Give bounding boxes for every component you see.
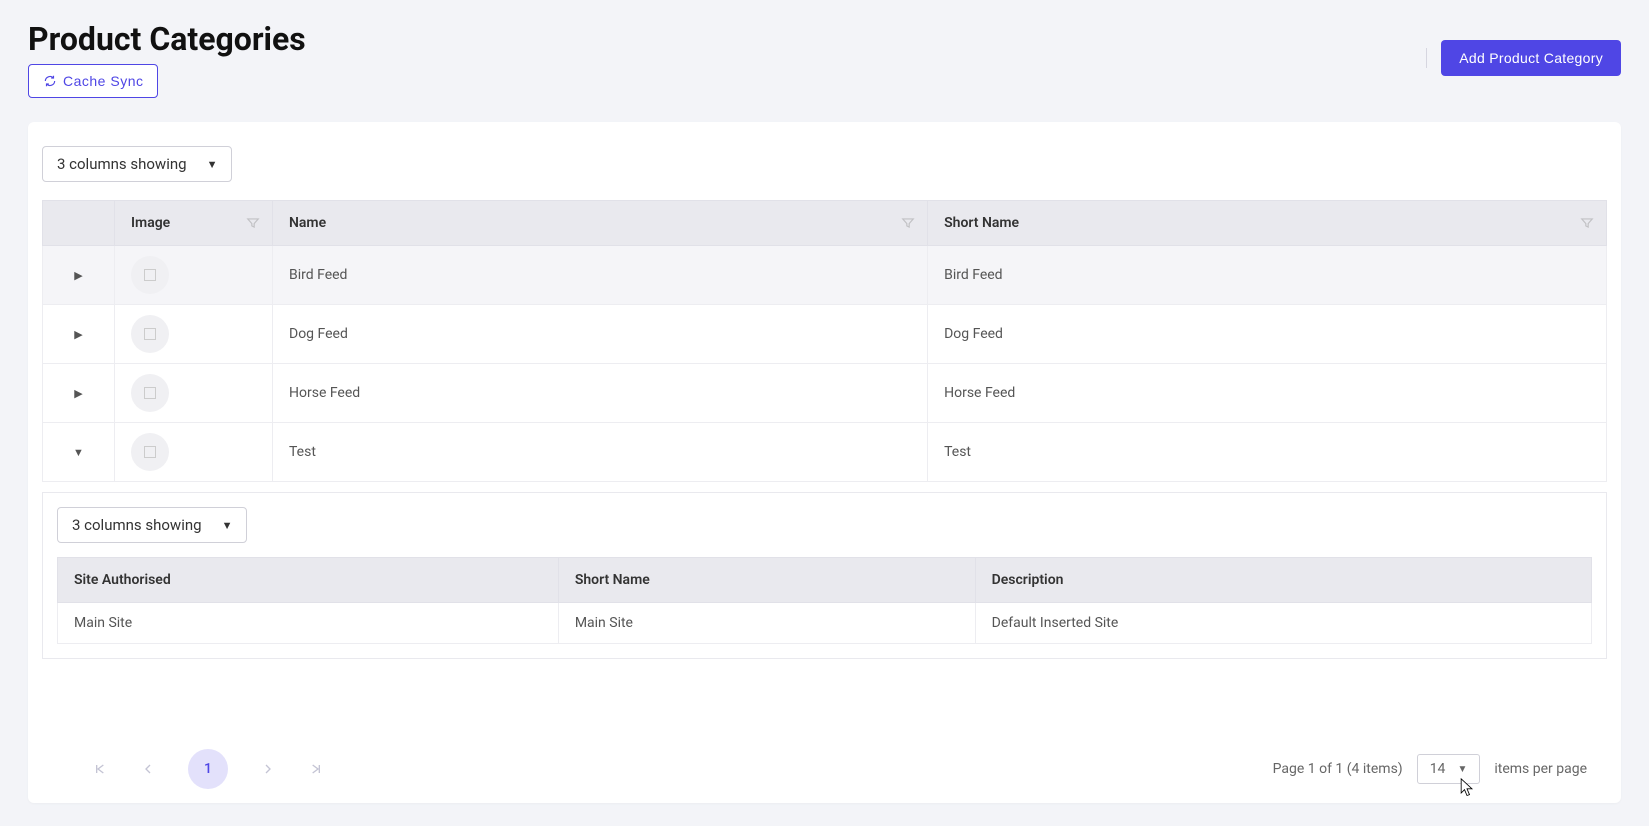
cell-short-name: Horse Feed [928,364,1607,423]
filter-icon[interactable] [901,216,915,230]
main-panel: 3 columns showing ▼ Image Name Short Na [28,122,1621,803]
expand-right-icon[interactable]: ▶ [74,387,82,400]
subcol-description[interactable]: Description [975,558,1591,603]
expand-down-icon[interactable]: ▼ [73,446,84,459]
divider [1426,48,1427,68]
col-expand [43,201,115,246]
items-per-page-label: items per page [1494,761,1587,777]
chevron-down-icon: ▼ [222,519,233,532]
sync-icon [43,74,57,88]
chevron-down-icon: ▼ [1457,764,1467,775]
col-name[interactable]: Name [273,201,928,246]
cell-short-name: Test [928,423,1607,482]
chevron-right-icon [260,761,276,777]
last-page-icon [308,761,324,777]
subcol-site-auth[interactable]: Site Authorised [58,558,559,603]
add-product-category-button[interactable]: Add Product Category [1441,40,1621,76]
next-page-button[interactable] [260,761,276,777]
table-row[interactable]: ▶ Dog Feed Dog Feed [43,305,1607,364]
page-size-selector[interactable]: 14 ▼ [1417,754,1481,784]
table-row[interactable]: ▼ Test Test [43,423,1607,482]
first-page-button[interactable] [92,761,108,777]
subcol-short-name[interactable]: Short Name [558,558,975,603]
cell-short-name: Dog Feed [928,305,1607,364]
expand-right-icon[interactable]: ▶ [74,328,82,341]
pagination-bar: 1 Page 1 of 1 (4 items) 14 ▼ items per p… [42,739,1607,789]
chevron-down-icon: ▼ [207,158,218,171]
column-picker-main[interactable]: 3 columns showing ▼ [42,146,232,182]
cell-short-name: Bird Feed [928,246,1607,305]
column-picker-label: 3 columns showing [57,155,187,173]
last-page-button[interactable] [308,761,324,777]
cell-short-name: Main Site [558,603,975,644]
cell-name: Dog Feed [273,305,928,364]
table-row[interactable]: ▶ Bird Feed Bird Feed [43,246,1607,305]
filter-icon[interactable] [1580,216,1594,230]
sites-subtable: Site Authorised Short Name Description M… [57,557,1592,644]
current-page-indicator[interactable]: 1 [188,749,228,789]
image-placeholder-icon [131,433,169,471]
categories-table: Image Name Short Name ▶ [42,200,1607,482]
first-page-icon [92,761,108,777]
column-picker-label: 3 columns showing [72,516,202,534]
cell-name: Bird Feed [273,246,928,305]
col-image[interactable]: Image [115,201,273,246]
table-row[interactable]: ▶ Horse Feed Horse Feed [43,364,1607,423]
expanded-subpanel: 3 columns showing ▼ Site Authorised Shor… [42,492,1607,659]
image-placeholder-icon [131,374,169,412]
cell-site-auth: Main Site [58,603,559,644]
prev-page-button[interactable] [140,761,156,777]
cell-name: Horse Feed [273,364,928,423]
page-title: Product Categories [28,20,306,58]
filter-icon[interactable] [246,216,260,230]
cell-description: Default Inserted Site [975,603,1591,644]
col-short-name[interactable]: Short Name [928,201,1607,246]
cache-sync-label: Cache Sync [63,73,143,89]
image-placeholder-icon [131,256,169,294]
image-placeholder-icon [131,315,169,353]
subtable-row[interactable]: Main Site Main Site Default Inserted Sit… [58,603,1592,644]
page-summary: Page 1 of 1 (4 items) [1273,761,1403,777]
cache-sync-button[interactable]: Cache Sync [28,64,158,98]
cell-name: Test [273,423,928,482]
page-size-value: 14 [1430,761,1446,777]
chevron-left-icon [140,761,156,777]
column-picker-sub[interactable]: 3 columns showing ▼ [57,507,247,543]
expand-right-icon[interactable]: ▶ [74,269,82,282]
